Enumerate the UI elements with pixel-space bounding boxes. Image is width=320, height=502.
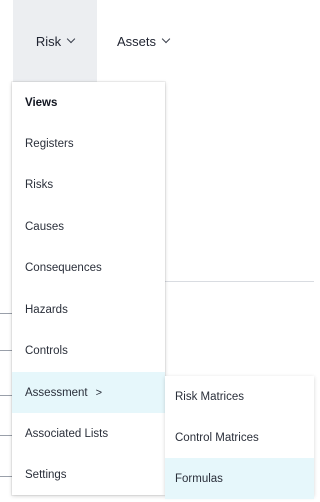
menu-item-risks[interactable]: Risks xyxy=(12,164,165,205)
menu-item-label: Hazards xyxy=(25,303,68,316)
background-row-tick xyxy=(0,395,12,396)
chevron-down-icon xyxy=(66,34,76,44)
top-navigation: Risk Assets xyxy=(0,0,314,82)
background-divider xyxy=(165,281,314,282)
menu-header-views: Views xyxy=(25,96,58,109)
menu-item-controls[interactable]: Controls xyxy=(12,330,165,371)
nav-assets-label: Assets xyxy=(117,33,157,49)
menu-item-causes[interactable]: Causes xyxy=(12,206,165,247)
menu-item-label: Associated Lists xyxy=(25,427,109,440)
menu-item-label: Controls xyxy=(25,344,68,357)
menu-item-registers[interactable]: Registers xyxy=(12,123,165,164)
nav-assets-menu[interactable]: Assets xyxy=(117,0,189,82)
menu-item-settings[interactable]: Settings xyxy=(12,454,165,495)
risk-dropdown-menu: Views Registers Risks Causes Consequence… xyxy=(12,82,165,495)
nav-risk-label: Risk xyxy=(35,33,62,49)
background-row-tick xyxy=(0,435,12,436)
menu-item-label: Registers xyxy=(25,137,74,150)
background-row-tick xyxy=(0,350,12,351)
menu-item-label: Consequences xyxy=(25,261,102,274)
submenu-item-control-matrices[interactable]: Control Matrices xyxy=(165,417,314,458)
menu-item-hazards[interactable]: Hazards xyxy=(12,289,165,330)
menu-item-associated-lists[interactable]: Associated Lists xyxy=(12,413,165,454)
chevron-right-icon: > xyxy=(95,386,103,399)
assessment-submenu: Risk Matrices Control Matrices Formulas xyxy=(165,376,314,499)
menu-item-label: Risks xyxy=(25,178,54,191)
submenu-item-formulas[interactable]: Formulas xyxy=(165,458,314,499)
menu-item-label: Settings xyxy=(25,468,67,481)
menu-item-consequences[interactable]: Consequences xyxy=(12,247,165,288)
menu-item-label: Assessment xyxy=(25,386,88,399)
nav-risk-menu[interactable]: Risk xyxy=(13,0,97,82)
background-row-tick xyxy=(0,313,12,314)
submenu-item-label: Formulas xyxy=(175,472,223,485)
menu-item-assessment[interactable]: Assessment > xyxy=(12,372,165,413)
submenu-item-label: Control Matrices xyxy=(175,431,259,444)
submenu-item-label: Risk Matrices xyxy=(175,390,245,403)
background-row-tick xyxy=(0,476,12,477)
menu-item-label: Causes xyxy=(25,220,64,233)
chevron-down-icon xyxy=(161,34,171,44)
submenu-item-risk-matrices[interactable]: Risk Matrices xyxy=(165,376,314,417)
